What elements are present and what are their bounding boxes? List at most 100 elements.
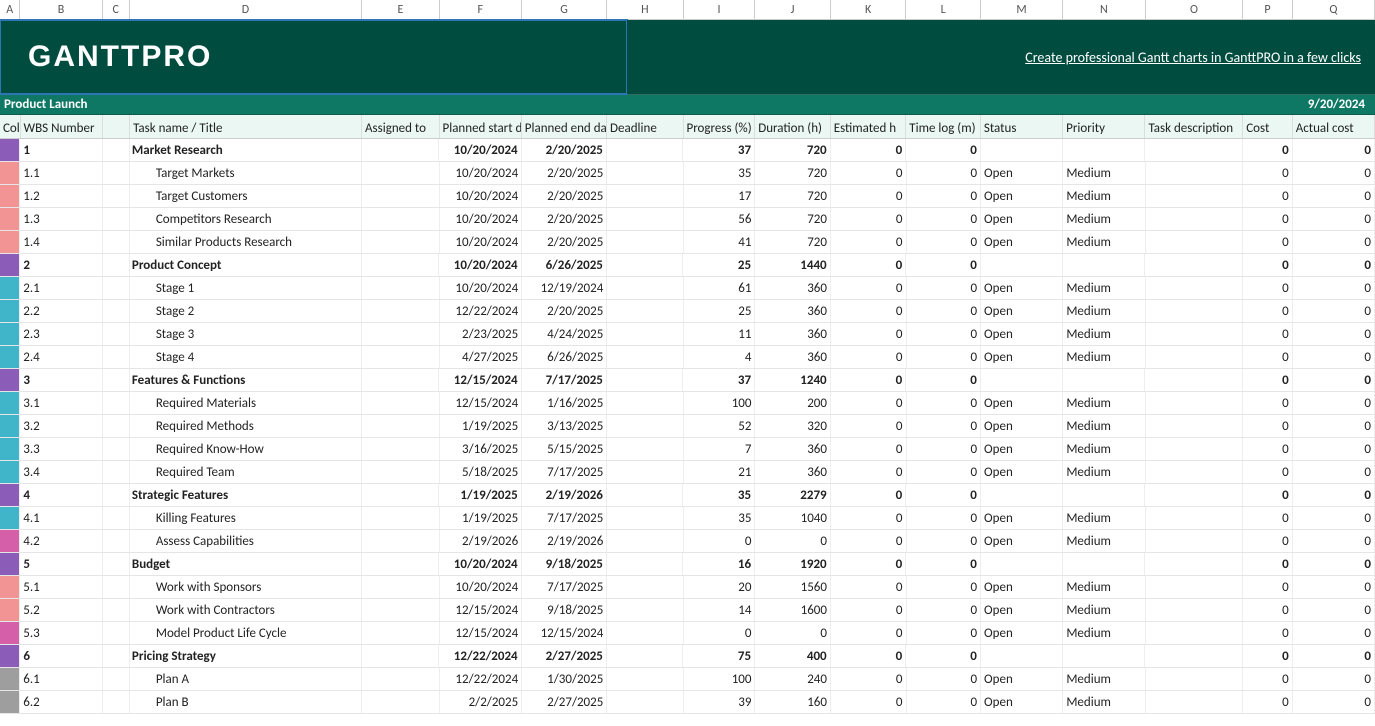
assigned-cell[interactable]	[362, 392, 439, 414]
start-cell[interactable]: 10/20/2024	[440, 576, 522, 598]
spacer-cell[interactable]	[103, 622, 130, 644]
deadline-cell[interactable]	[607, 553, 684, 575]
estimated-cell[interactable]: 0	[831, 553, 907, 575]
timelog-cell[interactable]: 0	[907, 622, 982, 644]
duration-cell[interactable]: 160	[755, 691, 831, 713]
status-cell[interactable]: Open	[981, 300, 1063, 322]
assigned-cell[interactable]	[362, 323, 439, 345]
desc-cell[interactable]	[1146, 438, 1244, 460]
col-letter-M[interactable]: M	[981, 0, 1063, 19]
task-name-cell[interactable]: Stage 2	[130, 300, 363, 322]
progress-cell[interactable]: 25	[683, 254, 755, 276]
table-row[interactable]: 1.1Target Markets10/20/20242/20/20253572…	[0, 162, 1375, 185]
timelog-cell[interactable]: 0	[907, 323, 982, 345]
task-name-cell[interactable]: Required Methods	[130, 415, 363, 437]
col-letter-F[interactable]: F	[440, 0, 522, 19]
desc-cell[interactable]	[1146, 507, 1244, 529]
actual-cell[interactable]: 0	[1293, 185, 1375, 207]
status-cell[interactable]: Open	[981, 461, 1063, 483]
desc-cell[interactable]	[1146, 300, 1244, 322]
end-cell[interactable]: 1/16/2025	[522, 392, 607, 414]
desc-cell[interactable]	[1145, 645, 1243, 667]
end-cell[interactable]: 7/17/2025	[522, 576, 607, 598]
progress-cell[interactable]: 0	[684, 530, 756, 552]
duration-cell[interactable]: 360	[755, 438, 831, 460]
estimated-cell[interactable]: 0	[831, 622, 907, 644]
col-letter-Q[interactable]: Q	[1293, 0, 1375, 19]
status-cell[interactable]	[981, 369, 1063, 391]
deadline-cell[interactable]	[607, 185, 683, 207]
actual-cell[interactable]: 0	[1293, 599, 1375, 621]
col-duration[interactable]: Duration (h)	[755, 115, 831, 138]
wbs-cell[interactable]: 1.3	[20, 208, 102, 230]
cost-cell[interactable]: 0	[1243, 645, 1292, 667]
estimated-cell[interactable]: 0	[831, 277, 907, 299]
cost-cell[interactable]: 0	[1243, 300, 1292, 322]
table-row[interactable]: 6.2Plan B2/2/20252/27/20253916000OpenMed…	[0, 691, 1375, 714]
spacer-cell[interactable]	[103, 599, 130, 621]
desc-cell[interactable]	[1146, 162, 1244, 184]
priority-cell[interactable]	[1063, 484, 1145, 506]
col-color[interactable]: Color	[0, 115, 21, 138]
end-cell[interactable]: 2/20/2025	[522, 208, 607, 230]
progress-cell[interactable]: 20	[684, 576, 756, 598]
actual-cell[interactable]: 0	[1293, 162, 1375, 184]
desc-cell[interactable]	[1145, 369, 1243, 391]
progress-cell[interactable]: 100	[684, 392, 756, 414]
cost-cell[interactable]: 0	[1243, 277, 1292, 299]
estimated-cell[interactable]: 0	[831, 691, 907, 713]
wbs-cell[interactable]: 6.2	[20, 691, 102, 713]
spacer-cell[interactable]	[103, 346, 130, 368]
assigned-cell[interactable]	[362, 254, 439, 276]
priority-cell[interactable]: Medium	[1063, 162, 1145, 184]
status-cell[interactable]: Open	[981, 392, 1063, 414]
progress-cell[interactable]: 21	[684, 461, 756, 483]
duration-cell[interactable]: 1240	[755, 369, 831, 391]
duration-cell[interactable]: 0	[755, 622, 831, 644]
wbs-cell[interactable]: 3.4	[20, 461, 102, 483]
cost-cell[interactable]: 0	[1243, 553, 1292, 575]
end-cell[interactable]: 2/20/2025	[522, 300, 607, 322]
duration-cell[interactable]: 320	[755, 415, 831, 437]
end-cell[interactable]: 2/27/2025	[522, 691, 607, 713]
table-row[interactable]: 3.1Required Materials12/15/20241/16/2025…	[0, 392, 1375, 415]
deadline-cell[interactable]	[607, 691, 683, 713]
start-cell[interactable]: 1/19/2025	[440, 507, 522, 529]
timelog-cell[interactable]: 0	[906, 139, 981, 161]
wbs-cell[interactable]: 5.3	[20, 622, 102, 644]
actual-cell[interactable]: 0	[1293, 300, 1375, 322]
end-cell[interactable]: 2/19/2026	[522, 484, 607, 506]
estimated-cell[interactable]: 0	[831, 576, 907, 598]
task-name-cell[interactable]: Similar Products Research	[130, 231, 363, 253]
timelog-cell[interactable]: 0	[907, 231, 982, 253]
assigned-cell[interactable]	[362, 162, 439, 184]
spacer-cell[interactable]	[103, 208, 130, 230]
end-cell[interactable]: 2/20/2025	[522, 162, 607, 184]
start-cell[interactable]: 10/20/2024	[440, 208, 522, 230]
timelog-cell[interactable]: 0	[907, 162, 982, 184]
duration-cell[interactable]: 360	[755, 277, 831, 299]
start-cell[interactable]: 3/16/2025	[440, 438, 522, 460]
table-row[interactable]: 1.3Competitors Research10/20/20242/20/20…	[0, 208, 1375, 231]
cost-cell[interactable]: 0	[1243, 530, 1292, 552]
deadline-cell[interactable]	[607, 346, 683, 368]
wbs-cell[interactable]: 5.1	[20, 576, 102, 598]
start-cell[interactable]: 12/22/2024	[439, 645, 521, 667]
timelog-cell[interactable]: 0	[907, 277, 982, 299]
duration-cell[interactable]: 400	[755, 645, 831, 667]
spacer-cell[interactable]	[103, 415, 130, 437]
duration-cell[interactable]: 360	[755, 461, 831, 483]
spacer-cell[interactable]	[103, 553, 130, 575]
estimated-cell[interactable]: 0	[831, 530, 907, 552]
wbs-cell[interactable]: 1.1	[20, 162, 102, 184]
task-name-cell[interactable]: Killing Features	[130, 507, 363, 529]
priority-cell[interactable]: Medium	[1063, 185, 1145, 207]
estimated-cell[interactable]: 0	[831, 392, 907, 414]
task-name-cell[interactable]: Required Team	[130, 461, 363, 483]
start-cell[interactable]: 10/20/2024	[440, 277, 522, 299]
cost-cell[interactable]: 0	[1243, 438, 1292, 460]
deadline-cell[interactable]	[607, 622, 683, 644]
duration-cell[interactable]: 1440	[755, 254, 831, 276]
desc-cell[interactable]	[1146, 277, 1244, 299]
col-letter-C[interactable]: C	[103, 0, 130, 19]
